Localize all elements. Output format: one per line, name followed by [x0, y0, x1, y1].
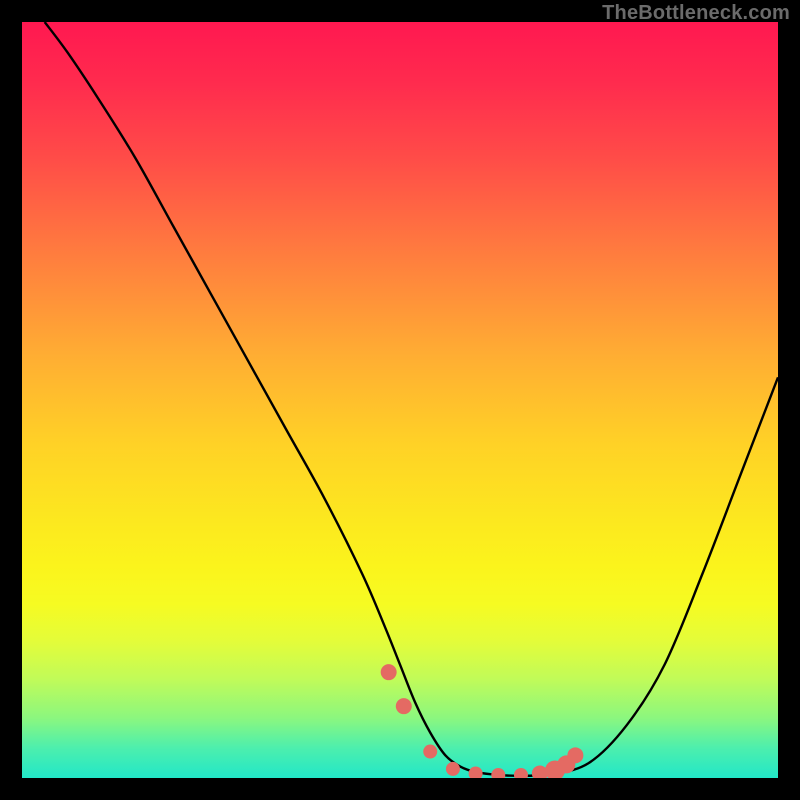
highlight-point: [381, 664, 397, 680]
highlight-markers: [381, 664, 584, 778]
highlight-point: [491, 768, 505, 778]
curve-path-group: [45, 22, 778, 776]
highlight-point: [567, 747, 583, 763]
chart-frame: [22, 22, 778, 778]
watermark-label: TheBottleneck.com: [602, 2, 790, 25]
bottleneck-curve: [45, 22, 778, 776]
highlight-point: [469, 766, 483, 778]
chart-svg: [22, 22, 778, 778]
highlight-point: [514, 768, 528, 778]
highlight-point: [423, 745, 437, 759]
highlight-point: [446, 762, 460, 776]
highlight-point: [396, 698, 412, 714]
